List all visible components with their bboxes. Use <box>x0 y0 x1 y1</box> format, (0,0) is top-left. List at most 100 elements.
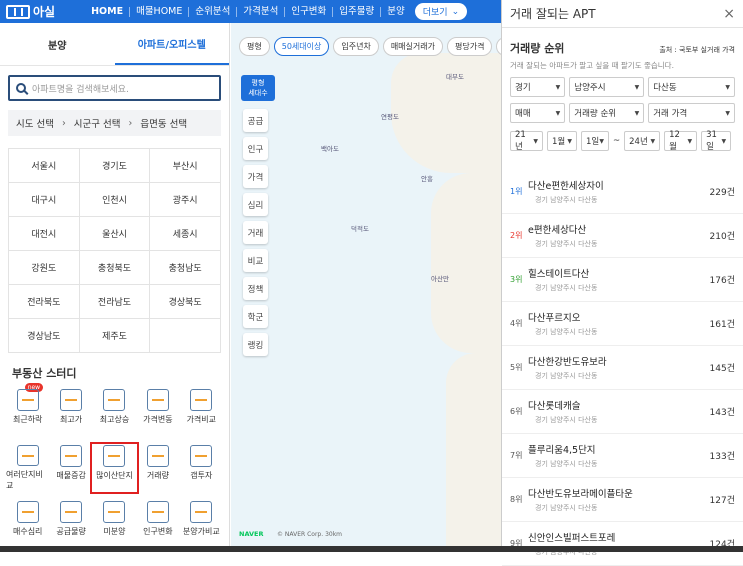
study-volume[interactable]: 거래량 <box>136 445 179 491</box>
rank-item[interactable]: 4위 다산푸르지오 경기 남양주시 다산동 161건 <box>502 302 743 346</box>
rank-item[interactable]: 8위 다산반도유보라메이플타운 경기 남양주시 다산동 127건 <box>502 478 743 522</box>
sido-select[interactable]: 시도 선택 <box>16 116 54 130</box>
region-cell[interactable]: 광주시 <box>150 183 221 217</box>
side-supply-button[interactable]: 공급 <box>243 109 268 132</box>
rank-item[interactable]: 5위 다산한강반도유보라 경기 남양주시 다산동 145건 <box>502 346 743 390</box>
region-cell[interactable]: 대전시 <box>9 217 80 251</box>
study-label: 거래량 <box>146 471 169 480</box>
eupmyeondong-select[interactable]: 읍면동 선택 <box>140 116 187 130</box>
panel-title: 거래 잘되는 APT <box>510 7 596 21</box>
side-school-button[interactable]: 학군 <box>243 305 268 328</box>
region-cell[interactable]: 경기도 <box>79 149 151 183</box>
end-day-select[interactable]: 31일 ▼ <box>701 130 732 152</box>
region-cell[interactable]: 서울시 <box>9 149 80 183</box>
region-cell[interactable]: 경상남도 <box>9 319 80 353</box>
region-cell[interactable]: 제주도 <box>79 319 151 353</box>
study-supply[interactable]: 공급물량 <box>49 501 92 547</box>
study-price-change[interactable]: 가격변동 <box>136 389 179 435</box>
dropdown-icon: ▼ <box>555 83 561 91</box>
end-year-select[interactable]: 24년 ▼ <box>624 131 661 151</box>
start-month-select[interactable]: 1월 ▼ <box>547 131 577 151</box>
site-logo[interactable]: 아실 <box>6 3 55 20</box>
sort-select[interactable]: 거래량 순위 ▼ <box>569 103 645 123</box>
apartment-address: 경기 남양주시 다산동 <box>535 240 598 248</box>
rank-item[interactable]: 2위 e편한세상다산 경기 남양주시 다산동 210건 <box>502 214 743 258</box>
study-gap-invest[interactable]: 갭투자 <box>180 445 223 491</box>
study-multi-compare[interactable]: 여러단지비교 <box>6 445 49 491</box>
chip-50-households[interactable]: 50세대이상 <box>273 37 330 56</box>
apartment-name[interactable]: 다산롯데캐슬 <box>528 398 710 412</box>
price-select[interactable]: 거래 가격 ▼ <box>648 103 735 123</box>
more-button[interactable]: 더보기 ⌄ <box>414 3 468 20</box>
apartment-name[interactable]: 다산반도유보라메이플타운 <box>528 486 710 500</box>
apartment-name[interactable]: 다산한강반도유보라 <box>528 354 710 368</box>
region-cell[interactable]: 울산시 <box>79 217 151 251</box>
nav-listing-home[interactable]: 매물HOME <box>130 6 190 17</box>
start-day-select[interactable]: 1일 ▼ <box>581 131 609 151</box>
province-select[interactable]: 경기 ▼ <box>510 77 566 97</box>
sigungu-select[interactable]: 시군구 선택 <box>74 116 121 130</box>
tab-apartment-officetel[interactable]: 아파트/오피스텔 <box>114 23 229 65</box>
region-cell[interactable]: 전라북도 <box>9 285 80 319</box>
study-most-bought[interactable]: 많이산단지 <box>89 442 140 494</box>
district-select[interactable]: 다산동 ▼ <box>648 77 735 97</box>
map-view[interactable]: 연평도 안흥 대부도 아산만 덕적도 백아도 평형 50세대이상 입주년차 매매… <box>231 23 501 552</box>
apartment-name[interactable]: e편한세상다산 <box>528 222 710 236</box>
chip-pyeong-price[interactable]: 평당가격 <box>446 37 493 56</box>
rank-item[interactable]: 3위 힐스테이트다산 경기 남양주시 다산동 176건 <box>502 258 743 302</box>
study-buyer-sentiment[interactable]: 매수심리 <box>6 501 49 547</box>
region-cell[interactable]: 부산시 <box>150 149 221 183</box>
side-policy-button[interactable]: 정책 <box>243 277 268 300</box>
region-cell[interactable]: 전라남도 <box>79 285 151 319</box>
tab-presale[interactable]: 분양 <box>0 23 115 65</box>
side-population-button[interactable]: 인구 <box>243 137 268 160</box>
study-highest-rise[interactable]: 최고상승 <box>93 389 136 435</box>
region-cell[interactable]: 대구시 <box>9 183 80 217</box>
region-cell[interactable]: 인천시 <box>79 183 151 217</box>
study-listing-change[interactable]: 매물증감 <box>49 445 92 491</box>
apartment-name[interactable]: 다산푸르지오 <box>528 310 710 324</box>
side-ranking-button[interactable]: 랭킹 <box>243 333 268 356</box>
start-year-select[interactable]: 21년 ▼ <box>510 130 543 152</box>
search-input[interactable]: 아파트명을 검색해보세요. <box>32 82 129 95</box>
nav-supply[interactable]: 입주물량 <box>333 6 382 17</box>
deal-type-select[interactable]: 매매 ▼ <box>510 103 566 123</box>
legend-badge[interactable]: 평형 세대수 <box>241 75 275 101</box>
side-sentiment-button[interactable]: 심리 <box>243 193 268 216</box>
apartment-name[interactable]: 신안인스빌퍼스트포레 <box>528 530 710 544</box>
side-trade-button[interactable]: 거래 <box>243 221 268 244</box>
study-recent-drop[interactable]: new 최근하락 <box>6 383 49 435</box>
rank-item[interactable]: 9위 신안인스빌퍼스트포레 경기 남양주시 다산동 124건 <box>502 522 743 566</box>
chip-area[interactable]: 평형 <box>239 37 270 56</box>
apartment-name[interactable]: 힐스테이트다산 <box>528 266 710 280</box>
nav-rank-analysis[interactable]: 순위분석 <box>189 6 238 17</box>
rank-item[interactable]: 7위 플루리움4,5단지 경기 남양주시 다산동 133건 <box>502 434 743 478</box>
region-cell[interactable]: 경상북도 <box>150 285 221 319</box>
chip-years[interactable]: 입주년차 <box>333 37 379 56</box>
trade-count: 127건 <box>709 496 735 506</box>
nav-population[interactable]: 인구변화 <box>285 6 334 17</box>
close-icon[interactable]: × <box>723 6 735 22</box>
nav-price-analysis[interactable]: 가격분석 <box>237 6 286 17</box>
apartment-name[interactable]: 플루리움4,5단지 <box>528 442 710 456</box>
region-cell[interactable]: 충청북도 <box>79 251 151 285</box>
chip-trade-price[interactable]: 매매실거래가 <box>382 37 443 56</box>
region-cell[interactable]: 충청남도 <box>150 251 221 285</box>
apartment-name[interactable]: 다산e편한세상자이 <box>528 178 710 192</box>
study-price-compare[interactable]: 가격비교 <box>180 389 223 435</box>
rank-item[interactable]: 1위 다산e편한세상자이 경기 남양주시 다산동 229건 <box>502 170 743 214</box>
apartment-search[interactable]: 아파트명을 검색해보세요. <box>8 75 221 101</box>
nav-presale[interactable]: 분양 <box>381 6 410 17</box>
nav-home[interactable]: HOME <box>85 6 131 17</box>
region-cell[interactable]: 세종시 <box>150 217 221 251</box>
study-population[interactable]: 인구변화 <box>136 501 179 547</box>
end-month-select[interactable]: 12월 ▼ <box>664 130 698 152</box>
rank-item[interactable]: 6위 다산롯데캐슬 경기 남양주시 다산동 143건 <box>502 390 743 434</box>
region-cell[interactable]: 강원도 <box>9 251 80 285</box>
city-select[interactable]: 남양주시 ▼ <box>569 77 645 97</box>
study-highest-price[interactable]: 최고가 <box>49 389 92 435</box>
study-unsold[interactable]: 미분양 <box>93 501 136 547</box>
side-compare-button[interactable]: 비교 <box>243 249 268 272</box>
side-price-button[interactable]: 가격 <box>243 165 268 188</box>
study-presale-compare[interactable]: 분양가비교 <box>180 501 223 547</box>
